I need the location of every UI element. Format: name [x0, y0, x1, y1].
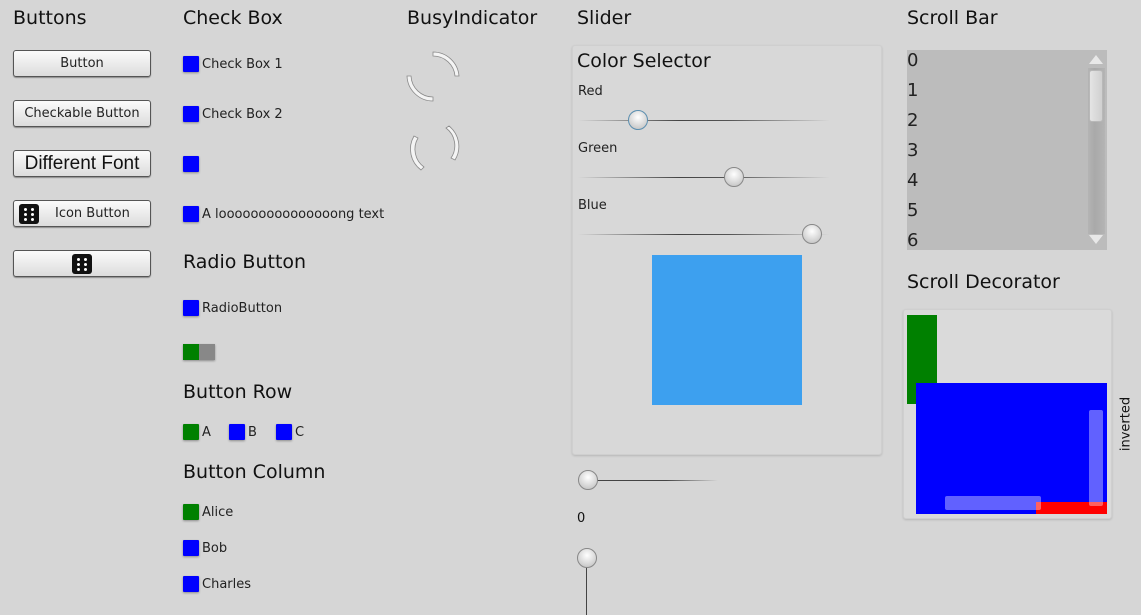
button-label: Button — [60, 56, 104, 71]
different-font-button[interactable]: Different Font — [13, 150, 151, 177]
busy-arc — [410, 135, 425, 171]
switch-off-half — [199, 344, 215, 360]
button-column-label: Charles — [202, 576, 252, 592]
check-box-1[interactable]: Check Box 1 — [183, 56, 283, 72]
scroll-decorator-view[interactable] — [903, 309, 1112, 519]
button-column-label: Bob — [202, 540, 228, 556]
vertical-scroll-indicator — [1089, 410, 1103, 506]
switch-on-half — [183, 344, 199, 360]
button-row-b[interactable]: B — [229, 424, 257, 440]
list-item: 2 — [907, 110, 919, 131]
buttons-heading: Buttons — [13, 7, 87, 29]
check-box-2[interactable]: Check Box 2 — [183, 106, 283, 122]
button-column-indicator — [183, 576, 199, 592]
check-box-label: Check Box 1 — [202, 56, 283, 72]
green-slider-track[interactable] — [578, 177, 830, 178]
radio-button-heading: Radio Button — [183, 251, 307, 273]
vertical-scrollbar[interactable] — [1086, 50, 1107, 250]
checkable-button[interactable]: Checkable Button — [13, 100, 151, 127]
blue-label: Blue — [578, 198, 607, 213]
button-column-indicator — [183, 504, 199, 520]
busy-arc — [406, 75, 434, 102]
inverted-label-container: inverted — [1116, 396, 1136, 452]
blue-slider-track[interactable] — [578, 234, 830, 235]
check-box-3[interactable] — [183, 156, 202, 172]
scroll-decorator-heading: Scroll Decorator — [907, 271, 1060, 293]
button-row-c[interactable]: C — [276, 424, 304, 440]
vertical-slider-handle[interactable] — [577, 548, 597, 568]
checkbox-indicator — [183, 56, 199, 72]
check-box-label: A looooooooooooooong text — [202, 206, 385, 222]
button-row-heading: Button Row — [183, 381, 293, 403]
radio-indicator — [183, 300, 199, 316]
busy-indicator-2 — [410, 125, 460, 171]
list-item: 5 — [907, 200, 919, 221]
color-preview — [652, 255, 802, 405]
scroll-bar-heading: Scroll Bar — [907, 7, 998, 29]
icon-only-button[interactable] — [13, 250, 151, 277]
dice-icon — [19, 203, 39, 224]
button-row-a[interactable]: A — [183, 424, 211, 440]
button-row-label: B — [248, 424, 257, 440]
dice-icon — [72, 253, 92, 274]
busy-arc — [445, 125, 460, 161]
inverted-label: inverted — [1118, 396, 1134, 452]
button-column-bob[interactable]: Bob — [183, 540, 227, 556]
horizontal-scroll-indicator — [945, 496, 1041, 510]
slider-heading: Slider — [577, 7, 632, 29]
list-item: 0 — [907, 50, 919, 71]
blue-rect — [916, 383, 1107, 514]
scroll-down-arrow-icon[interactable] — [1089, 235, 1103, 244]
slider-value-label: 0 — [577, 511, 586, 526]
list-item: 1 — [907, 80, 919, 101]
color-selector-title: Color Selector — [577, 50, 711, 72]
button-column-heading: Button Column — [183, 461, 326, 483]
button-column-charles[interactable]: Charles — [183, 576, 251, 592]
button-row-indicator — [229, 424, 245, 440]
scroll-list[interactable]: 0 1 2 3 4 5 6 — [907, 50, 1107, 250]
list-item: 4 — [907, 170, 919, 191]
red-label: Red — [578, 84, 603, 99]
checkbox-indicator — [183, 206, 199, 222]
scroll-up-arrow-icon[interactable] — [1089, 55, 1103, 64]
horizontal-slider-handle[interactable] — [578, 470, 598, 490]
button-row-label: A — [202, 424, 211, 440]
busy-indicator-heading: BusyIndicator — [407, 7, 538, 29]
scrollbar-handle[interactable] — [1089, 70, 1103, 122]
icon-button-label: Icon Button — [55, 206, 130, 221]
toggle-switch[interactable] — [183, 344, 215, 360]
red-slider-track[interactable] — [578, 120, 830, 121]
icon-button[interactable]: Icon Button — [13, 200, 151, 227]
horizontal-slider-track[interactable] — [588, 480, 718, 481]
button-row-label: C — [295, 424, 305, 440]
check-box-long-text[interactable]: A looooooooooooooong text — [183, 206, 384, 222]
list-item: 6 — [907, 230, 919, 250]
green-label: Green — [578, 141, 618, 156]
button-column-label: Alice — [202, 504, 234, 520]
checkbox-indicator — [183, 106, 199, 122]
busy-arc — [432, 51, 460, 77]
list-item: 3 — [907, 140, 919, 161]
radio-button[interactable]: RadioButton — [183, 300, 282, 316]
checkbox-indicator — [183, 156, 199, 172]
button-column-alice[interactable]: Alice — [183, 504, 233, 520]
button-column-indicator — [183, 540, 199, 556]
busy-indicator-1 — [406, 51, 460, 102]
button-row-indicator — [276, 424, 292, 440]
check-box-heading: Check Box — [183, 7, 283, 29]
button-row-indicator — [183, 424, 199, 440]
radio-button-label: RadioButton — [202, 300, 283, 316]
different-font-button-label: Different Font — [24, 152, 140, 174]
button[interactable]: Button — [13, 50, 151, 77]
check-box-label: Check Box 2 — [202, 106, 283, 122]
checkable-button-label: Checkable Button — [24, 106, 140, 121]
